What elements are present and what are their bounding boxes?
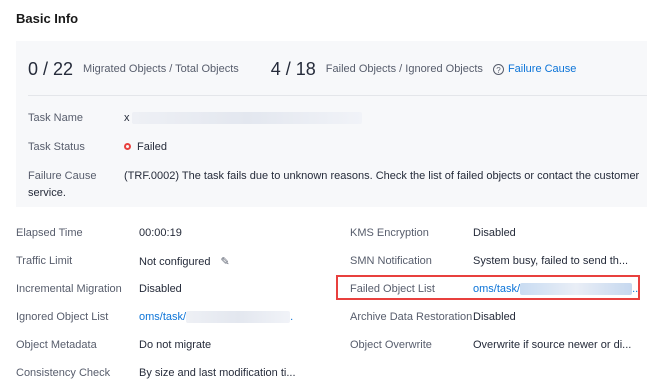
elapsed-time-label: Elapsed Time	[16, 227, 83, 239]
elapsed-time-value: 00:00:19	[139, 227, 182, 239]
summary-panel: 0 / 22 Migrated Objects / Total Objects …	[16, 41, 647, 207]
task-status-label: Task Status	[28, 141, 85, 153]
traffic-limit-label: Traffic Limit	[16, 255, 73, 267]
consistency-check-label: Consistency Check	[16, 367, 111, 379]
object-metadata-value: Do not migrate	[139, 339, 212, 351]
redacted-block	[186, 311, 291, 324]
task-status-value: Failed	[124, 141, 167, 153]
task-name-value: x	[124, 112, 362, 125]
failure-cause-link[interactable]: ? Failure Cause	[492, 63, 576, 75]
ignored-object-list-link[interactable]: oms/task/.	[139, 311, 293, 324]
failure-cause-value-cont: service.	[28, 187, 66, 199]
object-overwrite-value: Overwrite if source newer or di...	[473, 339, 632, 351]
archive-data-restoration-value: Disabled	[473, 311, 516, 323]
incremental-migration-value: Disabled	[139, 283, 182, 295]
failure-cause-label: Failure Cause	[28, 170, 97, 182]
object-overwrite-label: Object Overwrite	[350, 339, 432, 351]
migrated-count: 0 / 22	[28, 58, 74, 79]
traffic-limit-value: Not configured ✎	[139, 255, 230, 268]
failed-object-list-label: Failed Object List	[350, 283, 435, 295]
help-icon: ?	[492, 63, 504, 75]
ignored-object-list-label: Ignored Object List	[16, 311, 109, 323]
smn-notification-value: System busy, failed to send th...	[473, 255, 629, 267]
migrated-label: Migrated Objects / Total Objects	[83, 63, 239, 75]
task-name-label: Task Name	[28, 112, 84, 124]
failed-status-icon	[124, 143, 131, 150]
redacted-block	[131, 112, 362, 125]
archive-data-restoration-label: Archive Data Restoration	[350, 311, 473, 323]
object-metadata-label: Object Metadata	[16, 339, 97, 351]
failure-cause-link-text[interactable]: Failure Cause	[508, 63, 576, 75]
divider	[28, 95, 647, 96]
edit-icon[interactable]: ✎	[221, 255, 230, 268]
failed-label: Failed Objects / Ignored Objects	[325, 63, 483, 75]
failed-object-list-link[interactable]: oms/task/..	[473, 283, 638, 296]
consistency-check-value: By size and last modification ti...	[139, 367, 296, 379]
redacted-block	[520, 283, 633, 296]
incremental-migration-label: Incremental Migration	[16, 283, 122, 295]
stats-row: 0 / 22 Migrated Objects / Total Objects …	[28, 57, 576, 81]
smn-notification-label: SMN Notification	[350, 255, 432, 267]
kms-encryption-value: Disabled	[473, 227, 516, 239]
failed-count: 4 / 18	[270, 58, 316, 79]
kms-encryption-label: KMS Encryption	[350, 227, 429, 239]
failure-cause-value: (TRF.0002) The task fails due to unknown…	[124, 170, 640, 182]
section-title: Basic Info	[16, 11, 79, 26]
